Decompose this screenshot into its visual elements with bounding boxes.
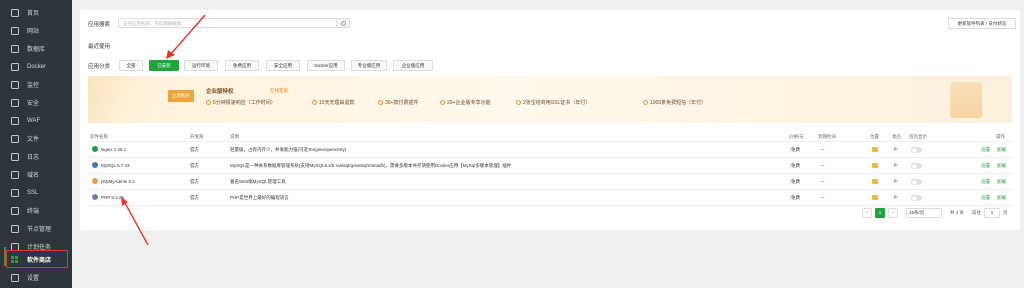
arrow-to-php-row xyxy=(121,197,149,246)
arrow-to-installed xyxy=(166,14,206,59)
annotation-arrows xyxy=(121,14,206,246)
